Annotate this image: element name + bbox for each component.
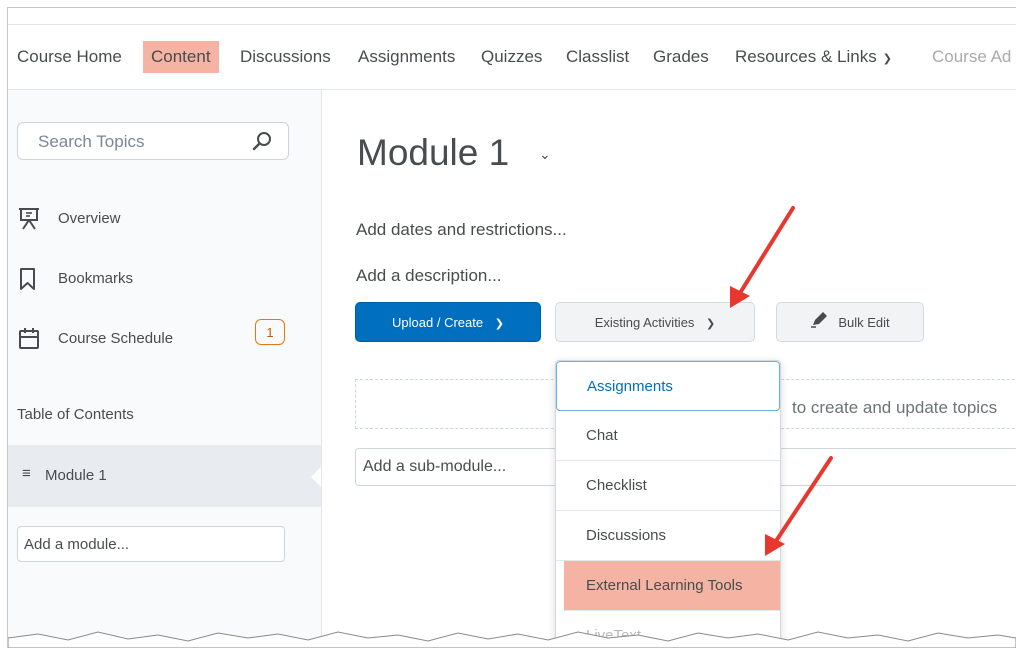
annotation-arrows bbox=[730, 206, 833, 556]
annotation-arrow-external-tools bbox=[765, 456, 833, 556]
annotation-arrow-existing-activities bbox=[730, 206, 795, 308]
screenshot-frame: Course Home Content Discussions Assignme… bbox=[7, 7, 1016, 648]
torn-edge bbox=[8, 631, 1016, 648]
